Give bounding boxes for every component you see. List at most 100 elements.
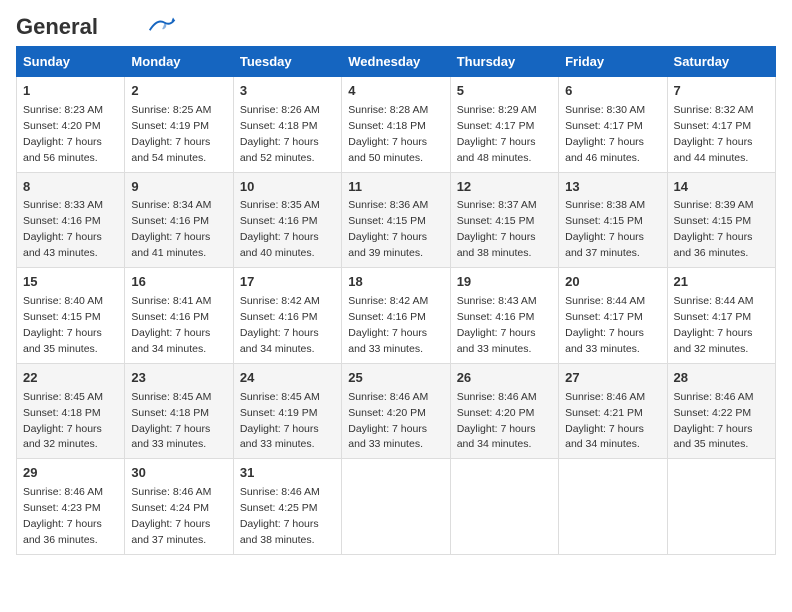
- calendar-cell: 24 Sunrise: 8:45 AMSunset: 4:19 PMDaylig…: [233, 363, 341, 459]
- day-info: Sunrise: 8:30 AMSunset: 4:17 PMDaylight:…: [565, 104, 645, 164]
- calendar-cell: 15 Sunrise: 8:40 AMSunset: 4:15 PMDaylig…: [17, 268, 125, 364]
- calendar-cell: 11 Sunrise: 8:36 AMSunset: 4:15 PMDaylig…: [342, 172, 450, 268]
- calendar-cell: 8 Sunrise: 8:33 AMSunset: 4:16 PMDayligh…: [17, 172, 125, 268]
- day-info: Sunrise: 8:46 AMSunset: 4:20 PMDaylight:…: [457, 391, 537, 451]
- day-number: 26: [457, 369, 552, 388]
- weekday-header-friday: Friday: [559, 47, 667, 77]
- calendar-cell: 22 Sunrise: 8:45 AMSunset: 4:18 PMDaylig…: [17, 363, 125, 459]
- day-info: Sunrise: 8:45 AMSunset: 4:19 PMDaylight:…: [240, 391, 320, 451]
- day-info: Sunrise: 8:46 AMSunset: 4:20 PMDaylight:…: [348, 391, 428, 451]
- calendar-cell: 10 Sunrise: 8:35 AMSunset: 4:16 PMDaylig…: [233, 172, 341, 268]
- day-info: Sunrise: 8:29 AMSunset: 4:17 PMDaylight:…: [457, 104, 537, 164]
- calendar-week-5: 29 Sunrise: 8:46 AMSunset: 4:23 PMDaylig…: [17, 459, 776, 555]
- weekday-header-saturday: Saturday: [667, 47, 775, 77]
- day-info: Sunrise: 8:23 AMSunset: 4:20 PMDaylight:…: [23, 104, 103, 164]
- day-info: Sunrise: 8:45 AMSunset: 4:18 PMDaylight:…: [131, 391, 211, 451]
- day-number: 9: [131, 178, 226, 197]
- day-number: 30: [131, 464, 226, 483]
- calendar-cell: 16 Sunrise: 8:41 AMSunset: 4:16 PMDaylig…: [125, 268, 233, 364]
- day-number: 24: [240, 369, 335, 388]
- day-info: Sunrise: 8:35 AMSunset: 4:16 PMDaylight:…: [240, 199, 320, 259]
- calendar-week-4: 22 Sunrise: 8:45 AMSunset: 4:18 PMDaylig…: [17, 363, 776, 459]
- day-info: Sunrise: 8:46 AMSunset: 4:25 PMDaylight:…: [240, 486, 320, 546]
- day-info: Sunrise: 8:46 AMSunset: 4:23 PMDaylight:…: [23, 486, 103, 546]
- day-info: Sunrise: 8:46 AMSunset: 4:22 PMDaylight:…: [674, 391, 754, 451]
- day-number: 8: [23, 178, 118, 197]
- logo: General: [16, 16, 176, 36]
- weekday-header-thursday: Thursday: [450, 47, 558, 77]
- day-info: Sunrise: 8:34 AMSunset: 4:16 PMDaylight:…: [131, 199, 211, 259]
- page-header: General: [16, 16, 776, 36]
- calendar-cell: [559, 459, 667, 555]
- calendar-cell: 28 Sunrise: 8:46 AMSunset: 4:22 PMDaylig…: [667, 363, 775, 459]
- day-info: Sunrise: 8:42 AMSunset: 4:16 PMDaylight:…: [240, 295, 320, 355]
- day-number: 7: [674, 82, 769, 101]
- calendar-cell: [342, 459, 450, 555]
- day-number: 1: [23, 82, 118, 101]
- calendar-cell: [667, 459, 775, 555]
- calendar-table: SundayMondayTuesdayWednesdayThursdayFrid…: [16, 46, 776, 555]
- day-info: Sunrise: 8:46 AMSunset: 4:24 PMDaylight:…: [131, 486, 211, 546]
- calendar-cell: 30 Sunrise: 8:46 AMSunset: 4:24 PMDaylig…: [125, 459, 233, 555]
- calendar-week-1: 1 Sunrise: 8:23 AMSunset: 4:20 PMDayligh…: [17, 77, 776, 173]
- day-info: Sunrise: 8:38 AMSunset: 4:15 PMDaylight:…: [565, 199, 645, 259]
- calendar-cell: 4 Sunrise: 8:28 AMSunset: 4:18 PMDayligh…: [342, 77, 450, 173]
- calendar-cell: 29 Sunrise: 8:46 AMSunset: 4:23 PMDaylig…: [17, 459, 125, 555]
- day-info: Sunrise: 8:39 AMSunset: 4:15 PMDaylight:…: [674, 199, 754, 259]
- calendar-week-2: 8 Sunrise: 8:33 AMSunset: 4:16 PMDayligh…: [17, 172, 776, 268]
- calendar-cell: 23 Sunrise: 8:45 AMSunset: 4:18 PMDaylig…: [125, 363, 233, 459]
- day-number: 29: [23, 464, 118, 483]
- calendar-week-3: 15 Sunrise: 8:40 AMSunset: 4:15 PMDaylig…: [17, 268, 776, 364]
- day-number: 15: [23, 273, 118, 292]
- day-number: 12: [457, 178, 552, 197]
- day-number: 6: [565, 82, 660, 101]
- day-number: 25: [348, 369, 443, 388]
- day-number: 13: [565, 178, 660, 197]
- calendar-cell: 1 Sunrise: 8:23 AMSunset: 4:20 PMDayligh…: [17, 77, 125, 173]
- logo-text: General: [16, 16, 98, 38]
- day-number: 5: [457, 82, 552, 101]
- day-number: 20: [565, 273, 660, 292]
- day-number: 21: [674, 273, 769, 292]
- day-number: 31: [240, 464, 335, 483]
- day-number: 4: [348, 82, 443, 101]
- calendar-cell: 21 Sunrise: 8:44 AMSunset: 4:17 PMDaylig…: [667, 268, 775, 364]
- day-info: Sunrise: 8:36 AMSunset: 4:15 PMDaylight:…: [348, 199, 428, 259]
- calendar-cell: 9 Sunrise: 8:34 AMSunset: 4:16 PMDayligh…: [125, 172, 233, 268]
- day-info: Sunrise: 8:42 AMSunset: 4:16 PMDaylight:…: [348, 295, 428, 355]
- day-number: 2: [131, 82, 226, 101]
- day-info: Sunrise: 8:33 AMSunset: 4:16 PMDaylight:…: [23, 199, 103, 259]
- day-number: 16: [131, 273, 226, 292]
- day-info: Sunrise: 8:40 AMSunset: 4:15 PMDaylight:…: [23, 295, 103, 355]
- day-info: Sunrise: 8:43 AMSunset: 4:16 PMDaylight:…: [457, 295, 537, 355]
- weekday-header-monday: Monday: [125, 47, 233, 77]
- calendar-cell: 27 Sunrise: 8:46 AMSunset: 4:21 PMDaylig…: [559, 363, 667, 459]
- calendar-cell: [450, 459, 558, 555]
- day-number: 3: [240, 82, 335, 101]
- day-info: Sunrise: 8:44 AMSunset: 4:17 PMDaylight:…: [565, 295, 645, 355]
- calendar-cell: 5 Sunrise: 8:29 AMSunset: 4:17 PMDayligh…: [450, 77, 558, 173]
- calendar-cell: 6 Sunrise: 8:30 AMSunset: 4:17 PMDayligh…: [559, 77, 667, 173]
- weekday-header-sunday: Sunday: [17, 47, 125, 77]
- calendar-cell: 20 Sunrise: 8:44 AMSunset: 4:17 PMDaylig…: [559, 268, 667, 364]
- weekday-header-tuesday: Tuesday: [233, 47, 341, 77]
- day-info: Sunrise: 8:37 AMSunset: 4:15 PMDaylight:…: [457, 199, 537, 259]
- calendar-cell: 14 Sunrise: 8:39 AMSunset: 4:15 PMDaylig…: [667, 172, 775, 268]
- day-number: 19: [457, 273, 552, 292]
- calendar-cell: 12 Sunrise: 8:37 AMSunset: 4:15 PMDaylig…: [450, 172, 558, 268]
- day-number: 28: [674, 369, 769, 388]
- day-info: Sunrise: 8:46 AMSunset: 4:21 PMDaylight:…: [565, 391, 645, 451]
- calendar-cell: 13 Sunrise: 8:38 AMSunset: 4:15 PMDaylig…: [559, 172, 667, 268]
- calendar-cell: 7 Sunrise: 8:32 AMSunset: 4:17 PMDayligh…: [667, 77, 775, 173]
- day-info: Sunrise: 8:26 AMSunset: 4:18 PMDaylight:…: [240, 104, 320, 164]
- weekday-header-wednesday: Wednesday: [342, 47, 450, 77]
- calendar-cell: 31 Sunrise: 8:46 AMSunset: 4:25 PMDaylig…: [233, 459, 341, 555]
- calendar-cell: 26 Sunrise: 8:46 AMSunset: 4:20 PMDaylig…: [450, 363, 558, 459]
- day-number: 11: [348, 178, 443, 197]
- day-number: 27: [565, 369, 660, 388]
- day-info: Sunrise: 8:32 AMSunset: 4:17 PMDaylight:…: [674, 104, 754, 164]
- calendar-cell: 17 Sunrise: 8:42 AMSunset: 4:16 PMDaylig…: [233, 268, 341, 364]
- day-number: 22: [23, 369, 118, 388]
- day-info: Sunrise: 8:45 AMSunset: 4:18 PMDaylight:…: [23, 391, 103, 451]
- calendar-cell: 18 Sunrise: 8:42 AMSunset: 4:16 PMDaylig…: [342, 268, 450, 364]
